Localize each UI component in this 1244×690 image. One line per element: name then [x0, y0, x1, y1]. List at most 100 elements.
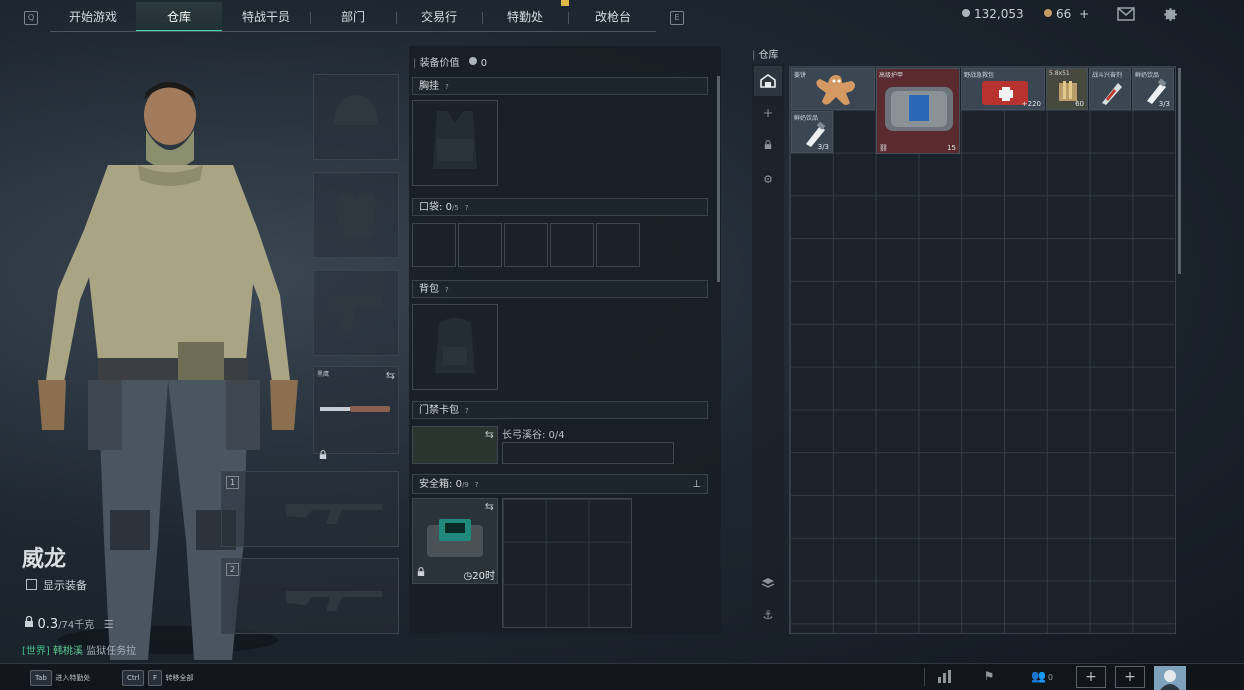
show-equipment-checkbox[interactable]: [26, 579, 37, 590]
safe-box-max: /9: [461, 481, 469, 489]
transfer-all-label: 转移全部: [165, 674, 194, 682]
helmet-slot[interactable]: [313, 74, 399, 160]
safe-box-grid[interactable]: [502, 498, 632, 628]
safe-box-label: 安全箱:: [419, 479, 453, 490]
add-currency-button[interactable]: +: [1079, 7, 1089, 21]
milk-drink-item[interactable]: 鲜奶饮品 3/3: [1132, 68, 1174, 110]
pocket-cell[interactable]: [504, 223, 548, 267]
mail-icon[interactable]: [1117, 7, 1135, 24]
weight-display: 0.3/74千克 ☰: [24, 615, 114, 632]
silver-currency: 132,053: [962, 7, 1024, 21]
pocket-cell[interactable]: [412, 223, 456, 267]
tab-gunsmith[interactable]: 改枪台: [568, 2, 658, 32]
show-equipment-toggle[interactable]: 显示装备: [26, 577, 87, 593]
tab-hint-label: 进入特勤处: [55, 674, 91, 682]
help-icon[interactable]: ?: [465, 402, 469, 420]
pocket-max: /5: [451, 204, 459, 212]
tab-start-game[interactable]: 开始游戏: [50, 2, 136, 32]
layers-icon[interactable]: [754, 568, 782, 598]
chat-user[interactable]: 韩桃溪: [53, 646, 83, 657]
warehouse-sidebar: + ⚙ ⚓: [752, 64, 784, 632]
clock-icon: ◷: [463, 571, 473, 582]
gold-amount: 66: [1056, 7, 1072, 21]
bottom-bar: Tab 进入特勤处 Ctrl F 转移全部 ⚑ 👥 0 + +: [0, 663, 1244, 690]
tab-warehouse[interactable]: 仓库: [136, 2, 222, 32]
tab-department[interactable]: 部门: [310, 2, 396, 32]
invite-slot-button[interactable]: +: [1115, 666, 1145, 688]
ctrl-key: Ctrl: [122, 670, 145, 686]
warehouse-home-tab[interactable]: [754, 66, 782, 96]
warehouse-settings-icon[interactable]: ⚙: [754, 164, 782, 194]
pistol-icon: [330, 297, 382, 331]
keycard-item-label: 长弓溪谷: 0/4: [502, 430, 565, 441]
list-icon[interactable]: ☰: [104, 618, 114, 631]
equipment-panel: | 装备价值 0 胸挂? 口袋: 0/5? 背包? 门禁卡包? ⇆ 长弓溪谷: …: [409, 46, 721, 634]
pocket-cell[interactable]: [596, 223, 640, 267]
keycard-header: 门禁卡包?: [412, 401, 708, 419]
help-icon[interactable]: ?: [475, 475, 479, 495]
help-icon[interactable]: ?: [445, 78, 449, 96]
warehouse-scrollbar[interactable]: [1178, 68, 1181, 274]
key-hint-q: Q: [24, 11, 38, 25]
help-icon[interactable]: ?: [465, 199, 469, 217]
flag-icon[interactable]: ⚑: [980, 669, 998, 685]
equip-value-label: 装备价值: [419, 58, 460, 69]
show-equipment-label: 显示装备: [43, 579, 87, 592]
safe-box-header: 安全箱: 0/9? ⊥: [412, 474, 708, 494]
swap-icon[interactable]: ⇆: [386, 369, 395, 382]
armor-plate-icon: [885, 87, 953, 131]
chest-rig-icon: [433, 111, 477, 169]
backpack-slot[interactable]: [412, 304, 498, 390]
chest-rig-slot[interactable]: [412, 100, 498, 186]
body-armor-slot[interactable]: [313, 172, 399, 258]
pocket-cell[interactable]: [550, 223, 594, 267]
weight-lock-icon: [24, 615, 34, 631]
add-tab-button[interactable]: +: [754, 98, 782, 128]
rifle-icon: [286, 504, 382, 524]
tab-hotkey-hint[interactable]: Tab 进入特勤处: [30, 670, 90, 686]
armor-item[interactable]: 高级护甲 ⛓ 15: [876, 68, 960, 154]
gingerbread-item[interactable]: 姜饼: [791, 68, 875, 110]
tab-operators[interactable]: 特战干员: [222, 2, 310, 32]
transfer-all-hint[interactable]: Ctrl F 转移全部: [122, 670, 194, 686]
stats-icon[interactable]: [936, 669, 954, 685]
secondary-weapon-slot[interactable]: 2: [221, 558, 399, 634]
ammo-item[interactable]: 5.8x51 60: [1046, 68, 1088, 110]
keycard-label: 门禁卡包: [419, 405, 459, 416]
stimulant-item[interactable]: 战斗兴奋剂: [1089, 68, 1131, 110]
keycard-cell[interactable]: [502, 442, 674, 464]
safe-box-slot[interactable]: ⇆ ◷20时: [412, 498, 498, 584]
tab-trading[interactable]: 交易行: [396, 2, 482, 32]
silver-coin-icon: [962, 9, 970, 17]
nav-divider: [50, 31, 656, 32]
backpack-label: 背包: [419, 284, 439, 295]
warehouse-grid[interactable]: 姜饼 高级护甲 ⛓ 15 野战急救包 +220 5.8x51 60 战斗兴奋剂 …: [789, 66, 1176, 634]
swap-icon[interactable]: ⇆: [485, 428, 494, 441]
settings-gear-icon[interactable]: [1162, 6, 1179, 26]
backpack-header: 背包?: [412, 280, 708, 298]
swap-icon[interactable]: ⇆: [485, 500, 494, 513]
pin-icon[interactable]: ⊥: [692, 475, 701, 495]
player-avatar[interactable]: [1154, 666, 1186, 690]
chat-text: 监狱任务拉: [86, 646, 137, 657]
medkit-item[interactable]: 野战急救包 +220: [961, 68, 1045, 110]
pocket-cell[interactable]: [458, 223, 502, 267]
operator-name: 威龙: [22, 547, 67, 572]
invite-slot-button[interactable]: +: [1076, 666, 1106, 688]
panel-scrollbar[interactable]: [717, 76, 720, 282]
tab-special-ops[interactable]: 特勤处: [482, 2, 568, 32]
help-icon[interactable]: ?: [445, 281, 449, 299]
sidearm-slot[interactable]: [313, 270, 399, 356]
locked-tab-icon[interactable]: [754, 130, 782, 160]
safe-box-timer: ◷20时: [463, 571, 495, 582]
melee-slot[interactable]: 黑鹰 ⇆: [313, 366, 399, 459]
primary-weapon-slot[interactable]: 1: [221, 471, 399, 547]
helmet-icon: [334, 95, 378, 131]
friends-icon[interactable]: 👥 0: [1026, 669, 1058, 685]
sort-icon[interactable]: ⚓: [754, 600, 782, 630]
melee-label: 黑鹰: [317, 371, 330, 378]
keycard-slot[interactable]: ⇆: [412, 426, 498, 464]
value-coin-icon: [468, 57, 477, 65]
backpack-icon: [435, 318, 475, 373]
milk-drink-item[interactable]: 鲜奶饮品 3/3: [791, 111, 833, 153]
